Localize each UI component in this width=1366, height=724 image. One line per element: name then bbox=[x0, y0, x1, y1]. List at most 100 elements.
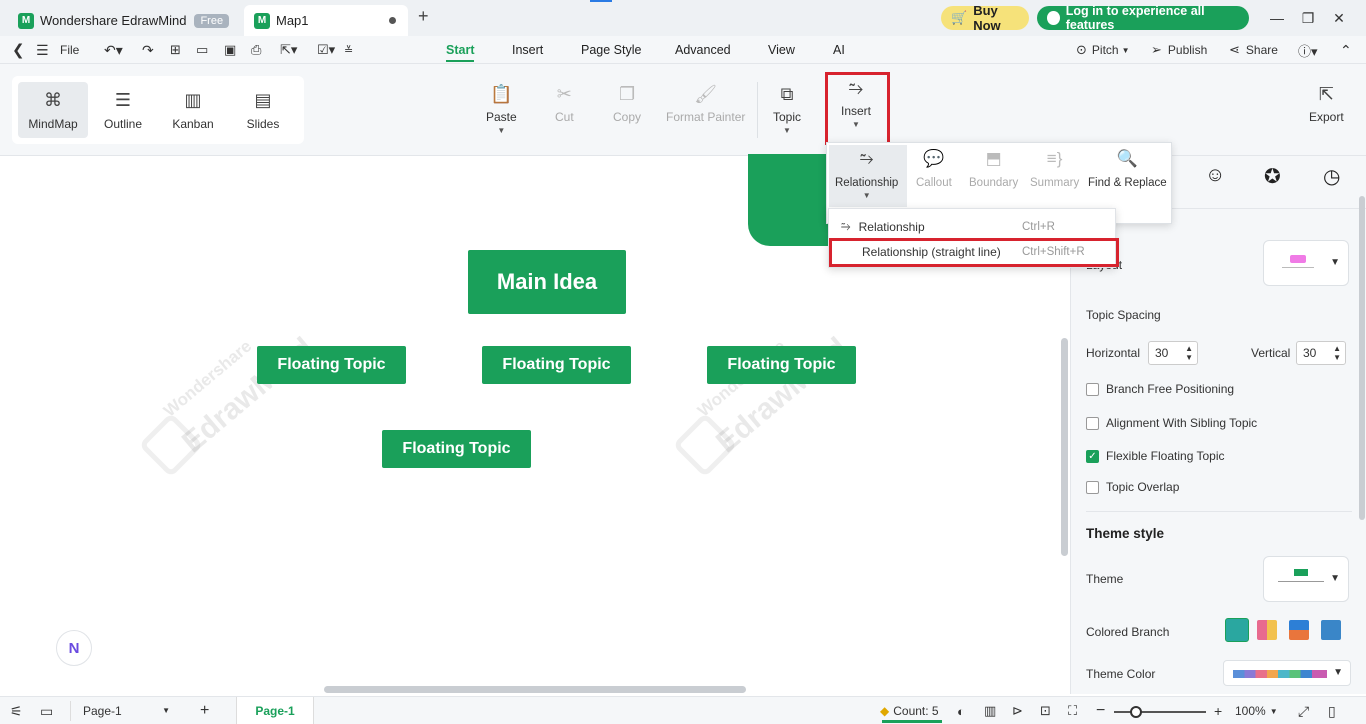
document-tab[interactable]: M Map1 bbox=[244, 5, 408, 36]
summary-button[interactable]: ≡} Summary bbox=[1030, 149, 1079, 189]
callout-button[interactable]: 💬 Callout bbox=[916, 149, 952, 189]
colored-branch-option-1[interactable] bbox=[1225, 618, 1249, 642]
add-page-button[interactable]: + bbox=[200, 697, 209, 724]
export-button[interactable]: ⇱ Export bbox=[1309, 84, 1344, 124]
colored-branch-option-4[interactable] bbox=[1321, 620, 1341, 640]
view-mindmap-button[interactable]: ⌘ MindMap bbox=[18, 82, 88, 138]
tab-start[interactable]: Start bbox=[446, 36, 475, 64]
back-icon[interactable]: ❮ bbox=[12, 36, 25, 64]
flexible-floating-checkbox[interactable]: ✓ bbox=[1086, 450, 1099, 464]
expand-icon[interactable]: ⤢ bbox=[1298, 697, 1309, 724]
stepper-icon[interactable]: ▲ ▼ bbox=[1333, 344, 1341, 362]
insert-button[interactable]: ⥲ Insert ▼ bbox=[841, 78, 871, 129]
page-panel-icon[interactable]: ▭ bbox=[40, 697, 53, 724]
colored-branch-option-2[interactable] bbox=[1257, 620, 1277, 640]
flexible-floating-option[interactable]: ✓ Flexible Floating Topic bbox=[1086, 449, 1225, 464]
tab-ai[interactable]: AI bbox=[833, 36, 845, 64]
fit-page-icon[interactable]: ⊡ bbox=[1040, 697, 1051, 724]
collapse-ribbon-icon[interactable]: ⌃ bbox=[1340, 36, 1352, 64]
print-icon[interactable]: ⎙ bbox=[251, 36, 261, 64]
find-replace-button[interactable]: 🔍 Find & Replace bbox=[1088, 149, 1167, 189]
publish-button[interactable]: ➢ Publish bbox=[1151, 36, 1207, 64]
minimize-button[interactable]: — bbox=[1267, 8, 1287, 28]
vertical-scrollbar[interactable] bbox=[1061, 338, 1068, 556]
paste-button[interactable]: 📋 Paste ▼ bbox=[486, 84, 517, 135]
page-select[interactable]: Page-1 ▼ bbox=[70, 701, 176, 721]
hamburger-icon[interactable]: ☰ bbox=[36, 36, 49, 64]
tab-view[interactable]: View bbox=[768, 36, 795, 64]
floating-topic-3[interactable]: Floating Topic bbox=[707, 346, 856, 384]
play-slideshow-icon[interactable]: ⊳ bbox=[1012, 697, 1023, 724]
export-small-icon[interactable]: ⇱▾ bbox=[280, 36, 297, 64]
vertical-spacing-input[interactable]: 30 ▲ ▼ bbox=[1296, 341, 1346, 365]
view-kanban-button[interactable]: ▥ Kanban bbox=[158, 82, 228, 138]
menu-item-relationship[interactable]: ⥲ Relationship Ctrl+R bbox=[829, 214, 1117, 239]
app-tab[interactable]: M Wondershare EdrawMind Free bbox=[8, 5, 240, 36]
ai-assistant-icon[interactable]: N bbox=[56, 630, 92, 666]
new-file-icon[interactable]: ⊞ bbox=[170, 36, 181, 64]
stepper-icon[interactable]: ▲ ▼ bbox=[1185, 344, 1193, 362]
main-idea-topic[interactable]: Main Idea bbox=[468, 250, 626, 314]
restore-button[interactable]: ❐ bbox=[1298, 8, 1318, 28]
pitch-button[interactable]: ⊙ Pitch ▼ bbox=[1076, 36, 1130, 64]
floating-topic-4[interactable]: Floating Topic bbox=[382, 430, 531, 468]
view-mode-group: ⌘ MindMap ☰ Outline ▥ Kanban ▤ Slides bbox=[12, 76, 304, 144]
floating-topic-2[interactable]: Floating Topic bbox=[482, 346, 631, 384]
page-tab-1[interactable]: Page-1 bbox=[236, 697, 314, 724]
floating-topic-1[interactable]: Floating Topic bbox=[257, 346, 406, 384]
redo-icon[interactable]: ↷ bbox=[142, 36, 154, 64]
boundary-button[interactable]: ⬒ Boundary bbox=[969, 149, 1018, 189]
book-icon[interactable]: ▥ bbox=[984, 697, 996, 724]
more-tools-icon[interactable]: ≚ bbox=[344, 36, 353, 64]
theme-toggle-icon[interactable]: ◐ bbox=[957, 697, 965, 724]
close-window-button[interactable]: ✕ bbox=[1329, 8, 1349, 28]
undo-icon[interactable]: ↶▾ bbox=[104, 36, 123, 64]
topic-overlap-option[interactable]: Topic Overlap bbox=[1086, 480, 1179, 495]
tab-advanced[interactable]: Advanced bbox=[675, 36, 731, 64]
alignment-sibling-option[interactable]: Alignment With Sibling Topic bbox=[1086, 416, 1257, 431]
format-painter-button[interactable]: 🖌 Format Painter bbox=[666, 84, 745, 124]
alignment-sibling-checkbox[interactable] bbox=[1086, 417, 1099, 431]
zoom-slider-handle[interactable] bbox=[1130, 706, 1142, 718]
share-button[interactable]: ⋖ Share bbox=[1229, 36, 1278, 64]
zoom-in-button[interactable]: + bbox=[1214, 697, 1222, 724]
tab-page-style[interactable]: Page Style bbox=[581, 36, 641, 64]
branch-free-option[interactable]: Branch Free Positioning bbox=[1086, 382, 1234, 397]
theme-select[interactable]: ▼ bbox=[1263, 556, 1349, 602]
help-icon[interactable]: ⓘ▾ bbox=[1298, 36, 1318, 64]
badge-icon[interactable]: ✪ bbox=[1264, 164, 1281, 189]
history-icon[interactable]: ◷ bbox=[1323, 164, 1340, 189]
panel-scrollbar[interactable] bbox=[1359, 196, 1365, 520]
branch-free-checkbox[interactable] bbox=[1086, 383, 1099, 397]
relationship-button[interactable]: ⥲ Relationship ▼ bbox=[835, 149, 898, 200]
new-tab-button[interactable]: + bbox=[418, 6, 429, 27]
layout-select[interactable]: ▼ bbox=[1263, 240, 1349, 286]
file-menu[interactable]: File bbox=[60, 36, 79, 64]
login-button[interactable]: Log in to experience all features bbox=[1037, 4, 1249, 32]
slides-icon: ▤ bbox=[254, 89, 272, 110]
tab-insert[interactable]: Insert bbox=[512, 36, 543, 64]
fullscreen-icon[interactable]: ⛶ bbox=[1068, 697, 1077, 724]
copy-button[interactable]: ❐ Copy bbox=[613, 84, 641, 124]
horizontal-spacing-input[interactable]: 30 ▲ ▼ bbox=[1148, 341, 1198, 365]
checklist-icon[interactable]: ☑▾ bbox=[317, 36, 335, 64]
colored-branch-option-3[interactable] bbox=[1289, 620, 1309, 640]
zoom-slider-track[interactable] bbox=[1114, 711, 1206, 713]
zoom-out-button[interactable]: − bbox=[1096, 697, 1105, 724]
view-outline-button[interactable]: ☰ Outline bbox=[88, 82, 158, 138]
theme-color-select[interactable]: ▼ bbox=[1223, 660, 1351, 686]
topic-overlap-checkbox[interactable] bbox=[1086, 481, 1099, 495]
panel-divider bbox=[1086, 511, 1352, 512]
horizontal-scrollbar[interactable] bbox=[324, 686, 746, 693]
side-panel-toggle-icon[interactable]: ▯ bbox=[1328, 697, 1336, 724]
cut-button[interactable]: ✂ Cut bbox=[555, 84, 574, 124]
open-folder-icon[interactable]: ▭ bbox=[196, 36, 208, 64]
buy-now-button[interactable]: 🛒 Buy Now bbox=[941, 3, 1029, 33]
emoji-icon[interactable]: ☺ bbox=[1205, 164, 1225, 187]
topic-button[interactable]: ⧉ Topic ▼ bbox=[773, 84, 801, 135]
unsaved-dot-icon[interactable] bbox=[389, 17, 396, 24]
view-slides-button[interactable]: ▤ Slides bbox=[228, 82, 298, 138]
save-icon[interactable]: ▣ bbox=[224, 36, 236, 64]
zoom-level-select[interactable]: 100% ▼ bbox=[1235, 697, 1278, 724]
outline-toggle-icon[interactable]: ⚟ bbox=[10, 697, 23, 724]
